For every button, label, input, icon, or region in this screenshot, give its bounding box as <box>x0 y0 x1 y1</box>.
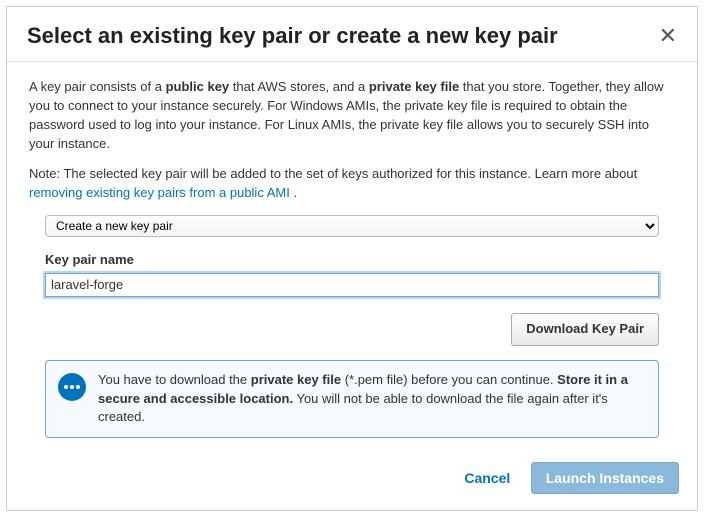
info-text: You have to download the private key fil… <box>98 371 646 428</box>
keypair-name-label: Key pair name <box>45 251 659 270</box>
keypair-mode-select[interactable]: Create a new key pair <box>45 215 659 237</box>
dialog-footer: Cancel Launch Instances <box>7 450 697 510</box>
keypair-name-input[interactable] <box>45 273 659 297</box>
dialog-header: Select an existing key pair or create a … <box>7 7 697 62</box>
launch-instances-button[interactable]: Launch Instances <box>531 462 679 494</box>
dialog-title: Select an existing key pair or create a … <box>27 23 558 49</box>
keypair-dialog: Select an existing key pair or create a … <box>6 6 698 511</box>
description-2: Note: The selected key pair will be adde… <box>29 165 675 203</box>
description-1: A key pair consists of a public key that… <box>29 78 675 153</box>
dialog-body: A key pair consists of a public key that… <box>7 62 697 448</box>
download-keypair-button[interactable]: Download Key Pair <box>511 313 659 346</box>
close-icon[interactable]: ✕ <box>659 25 677 47</box>
remove-keypairs-link[interactable]: removing existing key pairs from a publi… <box>29 185 290 200</box>
cancel-button[interactable]: Cancel <box>464 470 510 486</box>
info-callout: You have to download the private key fil… <box>45 360 659 439</box>
info-icon <box>58 373 86 401</box>
